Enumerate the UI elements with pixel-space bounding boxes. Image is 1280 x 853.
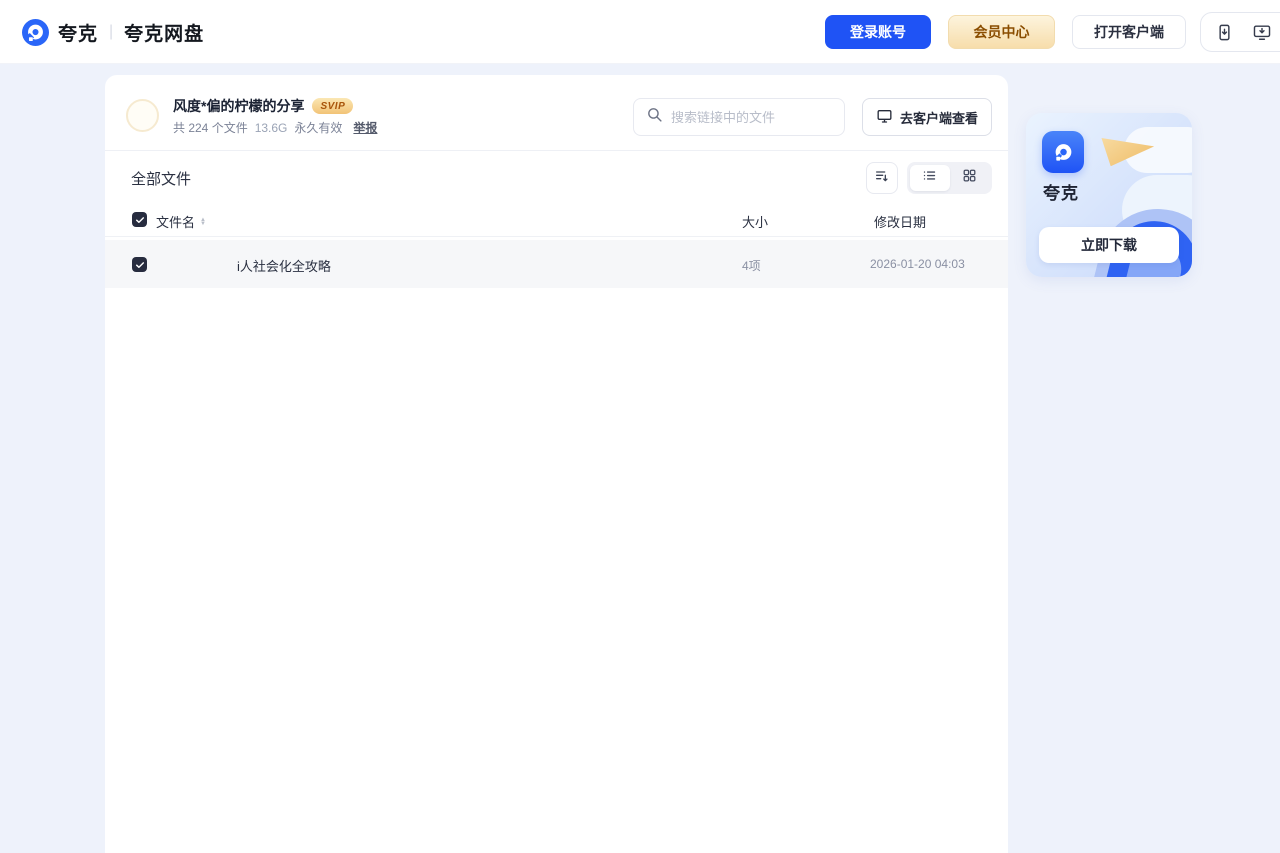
share-title: 风度*偏的柠檬的分享: [173, 98, 305, 114]
files-toolbar: 全部文件: [105, 151, 1008, 204]
promo-app-name: 夸克: [1043, 184, 1079, 203]
folder-icon: [180, 248, 212, 280]
brand: 夸克 | 夸克网盘: [22, 0, 204, 64]
top-header: 夸克 | 夸克网盘 登录账号 会员中心 打开客户端: [0, 0, 1280, 64]
file-size: 4项: [742, 259, 761, 273]
report-link[interactable]: 举报: [353, 119, 377, 136]
view-in-client-label: 去客户端查看: [899, 110, 978, 126]
column-filename-label: 文件名: [156, 215, 196, 230]
search-input[interactable]: [671, 109, 821, 125]
sort-order-button[interactable]: [866, 162, 898, 194]
column-header-modified: 修改日期: [874, 215, 927, 230]
download-apps-group: [1200, 12, 1280, 52]
filename-sort-arrows-icon: ▲ ▼: [200, 216, 206, 227]
file-row[interactable]: i人社会化全攻略 4项 2026-01-20 04:03: [105, 240, 1008, 288]
share-panel: 风度*偏的柠檬的分享 SVIP 共 224 个文件 13.6G 永久有效 举报: [105, 75, 1008, 853]
view-in-client-button[interactable]: 去客户端查看: [862, 98, 992, 136]
login-button[interactable]: 登录账号: [825, 15, 931, 49]
sharer-avatar: [126, 99, 159, 132]
brand-divider: |: [109, 23, 114, 40]
quark-app-icon: [1042, 131, 1084, 173]
share-validity: 永久有效: [294, 121, 343, 135]
open-client-button[interactable]: 打开客户端: [1072, 15, 1186, 49]
vip-center-button[interactable]: 会员中心: [948, 15, 1055, 49]
brand-name: 夸克: [58, 23, 99, 45]
share-header: 风度*偏的柠檬的分享 SVIP 共 224 个文件 13.6G 永久有效 举报: [105, 75, 1008, 151]
monitor-icon: [876, 108, 893, 127]
share-file-count: 共 224 个文件: [173, 121, 248, 135]
grid-view-button[interactable]: [950, 165, 990, 191]
view-mode-toggle: [907, 162, 992, 194]
search-box: [633, 98, 845, 136]
share-meta: 共 224 个文件 13.6G 永久有效 举报: [173, 119, 377, 136]
quark-logo-icon: [22, 18, 49, 46]
section-title: 全部文件: [131, 171, 192, 188]
sort-order-icon: [874, 168, 890, 189]
list-view-button[interactable]: [910, 165, 950, 191]
svip-badge: SVIP: [312, 98, 354, 114]
list-view-icon: [922, 168, 937, 188]
column-header-filename[interactable]: 文件名 ▲ ▼: [156, 212, 206, 231]
file-name[interactable]: i人社会化全攻略: [237, 256, 331, 275]
file-table-header: 文件名 ▲ ▼ 大小 修改日期: [105, 204, 1008, 237]
app-promo-card[interactable]: 夸克 立即下载: [1026, 113, 1192, 277]
desktop-download-icon[interactable]: [1252, 23, 1272, 42]
grid-view-icon: [962, 168, 977, 188]
select-all-checkbox[interactable]: [132, 212, 147, 227]
file-modified-date: 2026-01-20 04:03: [870, 257, 965, 271]
brand-product-name: 夸克网盘: [124, 23, 205, 45]
mobile-download-icon[interactable]: [1215, 23, 1234, 42]
share-total-size: 13.6G: [254, 120, 288, 135]
download-now-button[interactable]: 立即下载: [1039, 227, 1179, 263]
row-checkbox[interactable]: [132, 257, 147, 272]
column-header-size: 大小: [742, 215, 769, 230]
search-icon: [646, 106, 663, 128]
